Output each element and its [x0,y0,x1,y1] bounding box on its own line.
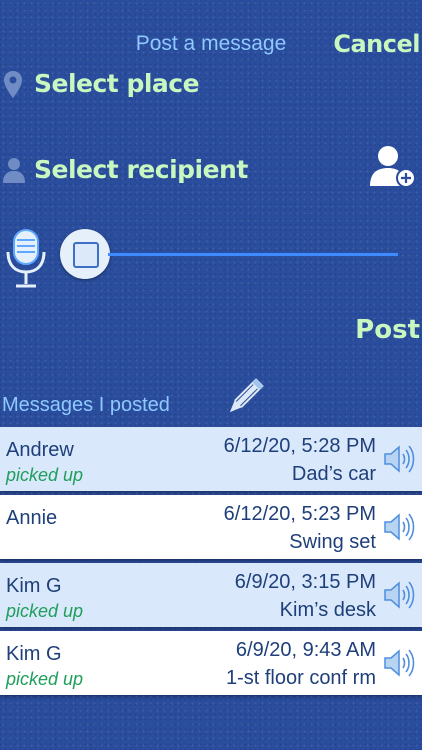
speaker-icon [384,649,415,677]
message-sender: Andrew [6,439,74,461]
message-row-kim-2[interactable]: Kim G picked up 6/9/20, 9:43 AM 1-st flo… [0,631,422,695]
play-message-button[interactable] [382,443,416,480]
stop-button[interactable] [60,229,110,279]
microphone-icon [6,229,46,288]
message-status: picked up [6,465,84,485]
select-place-row[interactable]: Select place [3,69,200,105]
edit-messages-button[interactable] [222,376,266,425]
pencil-icon [229,378,264,413]
message-place: Dad’s car [291,463,376,485]
message-date: 6/9/20, 9:43 AM [235,639,376,661]
select-recipient-row[interactable]: Select recipient [3,155,248,188]
select-place-label: Select place [34,69,200,98]
message-date: 6/12/20, 5:28 PM [223,435,376,457]
message-place: Swing set [289,531,376,553]
message-date: 6/12/20, 5:23 PM [223,503,376,525]
play-message-button[interactable] [382,579,416,616]
message-sender: Kim G [6,575,62,597]
speaker-icon [384,445,415,473]
message-row-andrew[interactable]: Andrew picked up 6/12/20, 5:28 PM Dad’s … [0,427,422,491]
message-sender: Annie [6,507,58,529]
message-place: 1-st floor conf rm [225,667,376,689]
message-status: picked up [6,669,84,689]
map-pin-icon [4,71,22,98]
play-message-button[interactable] [382,647,416,684]
message-row-kim-1[interactable]: Kim G picked up 6/9/20, 3:15 PM Kim’s de… [0,563,422,627]
messages-list: Andrew picked up 6/12/20, 5:28 PM Dad’s … [0,427,422,699]
speaker-icon [384,581,415,609]
message-row-annie[interactable]: Annie 6/12/20, 5:23 PM Swing set [0,495,422,559]
post-button[interactable]: Post [355,315,420,345]
stop-icon [73,242,99,268]
message-status: picked up [6,601,84,621]
speaker-icon [384,513,415,541]
play-message-button[interactable] [382,511,416,548]
message-place: Kim’s desk [279,599,376,621]
message-sender: Kim G [6,643,62,665]
person-icon [3,158,25,183]
add-recipient-button[interactable] [370,144,418,195]
audio-progress-track[interactable] [108,253,398,256]
record-button[interactable] [4,228,48,295]
cancel-button[interactable]: Cancel [333,30,420,58]
message-date: 6/9/20, 3:15 PM [234,571,376,593]
select-recipient-label: Select recipient [34,155,248,184]
messages-section-title: Messages I posted [2,394,170,416]
add-person-icon [370,146,416,188]
